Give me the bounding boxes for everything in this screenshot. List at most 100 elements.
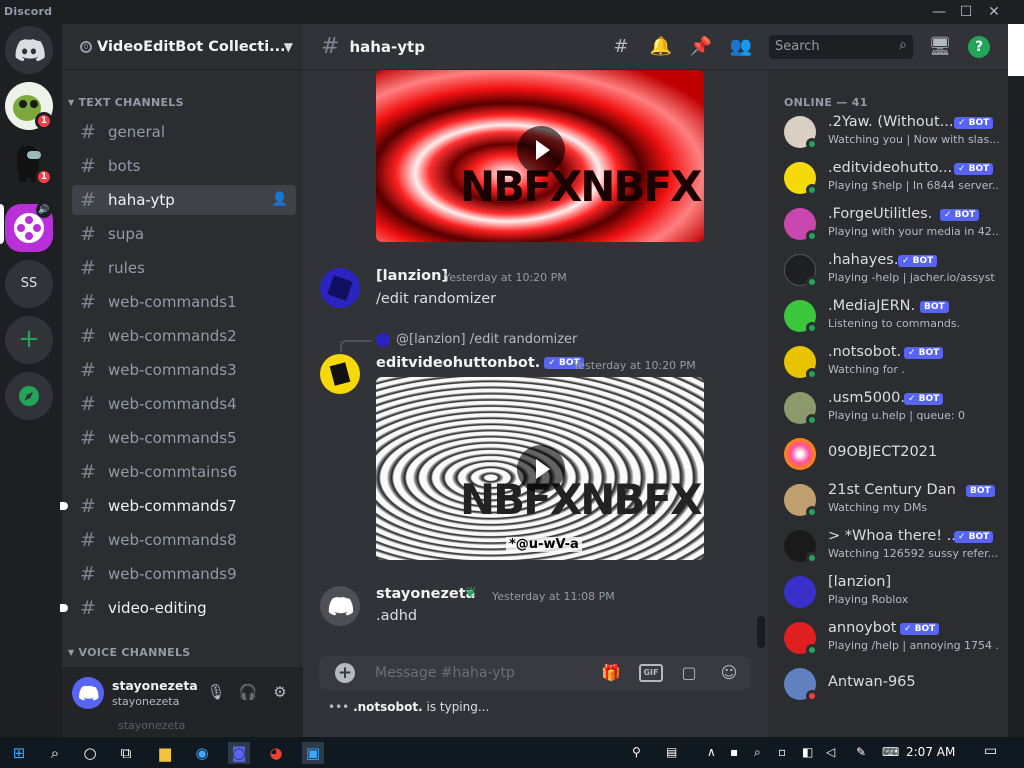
discord-taskbar-icon[interactable]: ◙ — [228, 742, 250, 764]
people-icon[interactable]: ⚲ — [632, 745, 641, 759]
microphone-icon[interactable]: 🎙 — [206, 683, 226, 703]
message-author[interactable]: editvideohuttonbot. ✓ BOT — [376, 355, 584, 371]
file-explorer-icon[interactable]: ▆ — [154, 742, 176, 764]
member-item[interactable]: 21st Century Dan... BOT Watching my DMs — [776, 478, 1004, 522]
channel-label: video-editing — [108, 599, 207, 617]
channel-haha-ytp[interactable]: # haha-ytp 👤 — [72, 185, 296, 215]
member-item[interactable]: .2Yaw. (Without... ✓ BOT Watching you | No… — [776, 110, 1004, 154]
guild-among-us[interactable]: 1 — [5, 138, 53, 186]
threads-icon[interactable]: # — [609, 36, 633, 58]
windows-start-icon[interactable]: ⊞ — [8, 742, 30, 764]
search-input[interactable]: Search ⌕ — [769, 35, 913, 59]
channel-video-editing[interactable]: # video-editing — [60, 593, 296, 623]
channel-web-commands1[interactable]: # web-commands1 — [72, 287, 296, 317]
notifications-icon[interactable]: ▭ — [984, 743, 997, 759]
maximize-button[interactable]: ☐ — [953, 2, 979, 22]
avatar[interactable] — [320, 354, 360, 394]
inbox-icon[interactable]: 🖥 — [928, 36, 952, 58]
chevron-up-icon[interactable]: ∧ — [707, 745, 716, 759]
pin-icon[interactable]: 📌 — [689, 36, 713, 58]
channel-web-commands9[interactable]: # web-commands9 — [72, 559, 296, 589]
app-taskbar-icon[interactable]: ▣ — [302, 742, 324, 764]
taskbar-clock[interactable]: 2:07 AM — [906, 745, 955, 759]
message-author[interactable]: [lanzion] — [376, 268, 448, 284]
channel-web-commands4[interactable]: # web-commands4 — [72, 389, 296, 419]
avatar[interactable] — [320, 586, 360, 626]
user-status: stayonezeta — [112, 695, 180, 708]
channel-general[interactable]: # general — [72, 117, 296, 147]
member-item[interactable]: .notsobot. ✓ BOT Watching for . — [776, 340, 1004, 384]
channel-web-commtains6[interactable]: # web-commtains6 — [72, 457, 296, 487]
channel-web-commands8[interactable]: # web-commands8 — [72, 525, 296, 555]
explore-servers-icon[interactable] — [5, 372, 53, 420]
video-embed[interactable]: NBFXNBFX *@u-wV-a — [376, 377, 704, 560]
tray-app-icon[interactable]: ▪ — [730, 745, 738, 759]
chrome-icon[interactable]: ◕ — [265, 742, 287, 764]
task-view-icon[interactable]: ⧉ — [115, 742, 137, 764]
help-icon[interactable]: ? — [968, 36, 990, 58]
channel-rules[interactable]: # rules — [72, 253, 296, 283]
play-button[interactable] — [517, 126, 565, 174]
pen-icon[interactable]: ✎ — [856, 745, 866, 759]
member-item[interactable]: Antwan-965 — [776, 662, 1004, 706]
channel-web-commands7[interactable]: # web-commands7 — [60, 491, 296, 521]
headphones-icon[interactable]: 🎧 — [238, 683, 258, 703]
add-member-icon[interactable]: 👤 — [272, 192, 288, 207]
close-button[interactable]: ✕ — [981, 2, 1007, 22]
channel-web-commands2[interactable]: # web-commands2 — [72, 321, 296, 351]
tray-search-icon[interactable]: ⌕ — [754, 745, 761, 760]
avatar[interactable] — [320, 268, 360, 308]
mention-badge: 1 — [35, 168, 53, 186]
guild-videoeditbot[interactable]: 🔊 — [5, 202, 53, 252]
minimize-button[interactable]: — — [926, 2, 952, 22]
settings-gear-icon[interactable]: ⚙ — [270, 683, 290, 703]
avatar[interactable] — [72, 677, 104, 709]
message-author[interactable]: stayonezeta — [376, 586, 475, 602]
member-item[interactable]: 09OBJECT2021 — [776, 432, 1004, 476]
volume-muted-icon[interactable]: ◁ — [826, 745, 835, 759]
notification-bell-icon[interactable]: 🔔 — [649, 36, 673, 58]
member-item[interactable]: .hahayes. ✓ BOT Playing -help | jacher.io/… — [776, 248, 1004, 292]
member-item[interactable]: .usm5000. ✓ BOT Playing u.help | queue: 0 — [776, 386, 1004, 430]
network-icon[interactable]: ◧ — [802, 745, 813, 759]
member-item[interactable]: .ForgeUtilitles. ✓ BOT Playing with your m… — [776, 202, 1004, 246]
member-list-icon[interactable]: 👥 — [729, 36, 753, 58]
sticker-icon[interactable]: ▢ — [677, 663, 701, 683]
gift-icon[interactable]: 🎁 — [599, 663, 623, 683]
member-item[interactable]: annoybot ✓ BOT Playing /help | annoying 17… — [776, 616, 1004, 660]
upload-plus-icon[interactable]: + — [335, 663, 355, 683]
play-button[interactable] — [517, 445, 565, 493]
category-voice-channels[interactable]: ▼ VOICE CHANNELS — [68, 646, 190, 659]
search-icon[interactable]: ⌕ — [44, 742, 66, 764]
channel-supa[interactable]: # supa — [72, 219, 296, 249]
channel-web-commands5[interactable]: # web-commands5 — [72, 423, 296, 453]
category-text-channels[interactable]: ▼ TEXT CHANNELS — [68, 96, 184, 109]
member-item[interactable]: .editvideohutto... ✓ BOT Playing $help | I… — [776, 156, 1004, 200]
member-item[interactable]: > *Whoa there! ... ✓ BOT Watching 126592 s… — [776, 524, 1004, 568]
channel-web-commands3[interactable]: # web-commands3 — [72, 355, 296, 385]
reply-preview[interactable]: @[lanzion] /edit randomizer — [396, 332, 577, 347]
gif-button[interactable]: GIF — [639, 664, 663, 682]
tray-app-icon[interactable]: ▫ — [778, 745, 786, 759]
keyboard-icon[interactable]: ⌨ — [882, 745, 899, 759]
safari-icon[interactable]: ◉ — [191, 742, 213, 764]
bot-tag: ✓ BOT — [954, 531, 994, 543]
channel-bots[interactable]: # bots — [72, 151, 296, 181]
online-status-icon — [806, 368, 818, 380]
cortana-icon[interactable]: ○ — [79, 742, 101, 764]
video-embed[interactable]: NBFXNBFX — [376, 70, 704, 242]
avatar — [784, 438, 816, 470]
add-server-icon[interactable]: + — [5, 316, 53, 364]
home-button[interactable] — [5, 26, 53, 74]
emoji-icon[interactable]: ☺ — [717, 663, 741, 683]
online-status-icon — [806, 184, 818, 196]
server-header[interactable]: 0 VideoEditBot Collecti... ▼ — [62, 24, 303, 70]
guild-ss[interactable]: SS — [5, 260, 53, 308]
member-item[interactable]: .MediaJERN. BOT Listening to commands. — [776, 294, 1004, 338]
online-status-icon — [806, 552, 818, 564]
news-icon[interactable]: ▤ — [666, 745, 677, 759]
member-item[interactable]: [lanzion] Playing Roblox — [776, 570, 1004, 614]
message-input[interactable]: Message #haha-ytp — [375, 665, 515, 681]
guild-plant-zombie[interactable]: 1 — [5, 82, 53, 130]
chat-scrollbar[interactable] — [757, 616, 765, 648]
